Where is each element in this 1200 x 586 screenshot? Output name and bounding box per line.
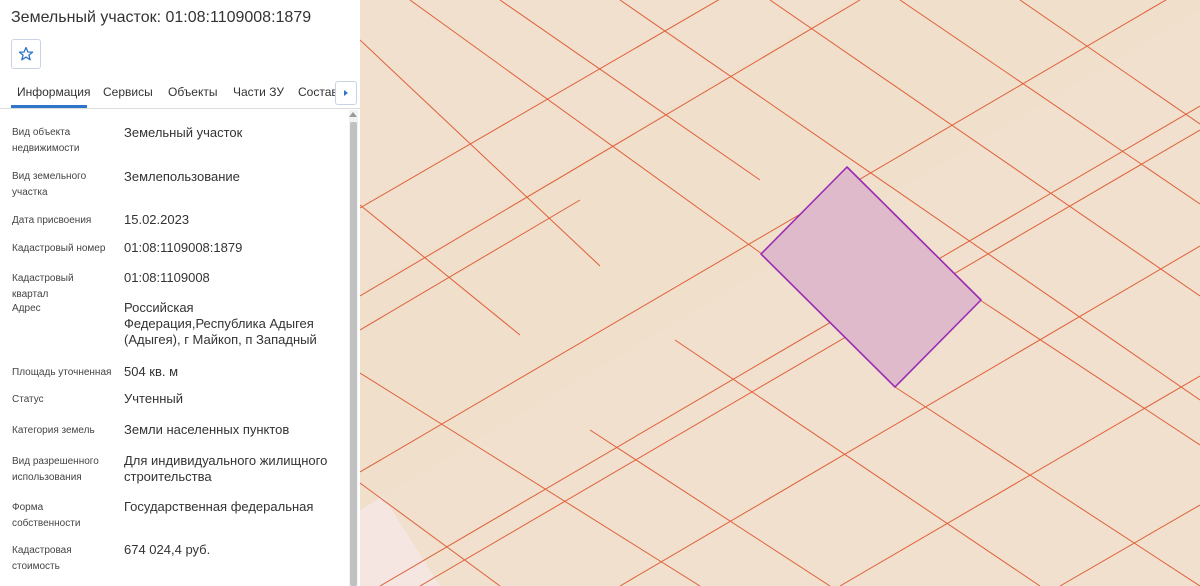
info-scrollbar[interactable] (349, 110, 358, 586)
scrollbar-thumb[interactable] (350, 122, 357, 586)
info-list: Вид объекта недвижимости Земельный участ… (0, 108, 348, 586)
value-cadastral-number: 01:08:1109008:1879 (124, 240, 243, 255)
tab-bar: Информация Сервисы Объекты Части ЗУ Сост… (0, 78, 360, 109)
value-cadastral-value: 674 024,4 руб. (124, 542, 211, 557)
label-land-plot-type: Вид земельного участка (12, 171, 87, 198)
tab-information[interactable]: Информация (17, 85, 90, 99)
info-panel: Земельный участок: 01:08:1109008:1879 Ин… (0, 0, 361, 586)
value-permitted-use: Для индивидуального жилищного строительс… (124, 453, 328, 484)
label-ownership-form: Форма собственности (12, 502, 81, 529)
value-land-category: Земли населенных пунктов (124, 422, 290, 437)
star-outline-icon (18, 46, 34, 61)
value-land-plot-type: Землепользование (124, 169, 240, 184)
value-assignment-date: 15.02.2023 (124, 212, 190, 227)
label-area: Площадь уточненная (12, 367, 112, 378)
map-canvas[interactable] (360, 0, 1200, 586)
label-cadastral-quarter: Кадастровый квартал (12, 273, 74, 300)
value-address: Российская Федерация,Республика Адыгея (… (124, 300, 317, 347)
value-status: Учтенный (124, 391, 184, 406)
label-status: Статус (12, 394, 44, 405)
tab-services[interactable]: Сервисы (103, 85, 153, 99)
panel-title: Земельный участок: 01:08:1109008:1879 (11, 9, 312, 26)
label-land-category: Категория земель (12, 425, 95, 436)
value-ownership-form: Государственная федеральная (124, 499, 314, 514)
value-area: 504 кв. м (124, 364, 179, 379)
label-assignment-date: Дата присвоения (12, 215, 92, 226)
value-object-type: Земельный участок (124, 125, 243, 140)
label-permitted-use: Вид разрешенного использования (12, 456, 99, 483)
caret-right-icon (344, 90, 348, 96)
value-cadastral-quarter: 01:08:1109008 (124, 270, 210, 285)
favorite-button[interactable] (11, 39, 41, 69)
label-cadastral-number: Кадастровый номер (12, 243, 106, 254)
tab-land-parts[interactable]: Части ЗУ (233, 85, 284, 99)
label-address: Адрес (12, 303, 41, 314)
label-object-type: Вид объекта недвижимости (12, 127, 80, 154)
tab-composition[interactable]: Состав (298, 85, 338, 99)
tab-objects[interactable]: Объекты (168, 85, 218, 99)
tabs-scroll-right-button[interactable] (335, 81, 357, 105)
scroll-up-arrow-icon[interactable] (349, 112, 357, 117)
cadastral-map[interactable] (360, 0, 1200, 586)
label-cadastral-value: Кадастровая стоимость (12, 545, 72, 572)
